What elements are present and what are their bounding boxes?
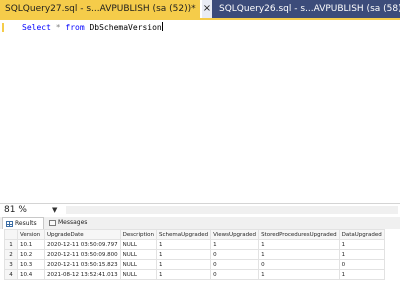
corner-cell[interactable] [4,229,18,240]
grid-cell[interactable]: NULL [119,239,158,250]
grid-cell[interactable]: 1 [155,249,212,260]
change-marker [2,23,4,32]
grid-cell[interactable]: 1 [338,239,385,250]
star-operator: * [55,23,61,32]
results-tab-strip: Results Messages [0,217,400,229]
tab-sqlquery26[interactable]: SQLQuery26.sql - s...AVPUBLISH (sa (58))… [212,0,400,18]
grid-cell[interactable]: 1 [258,239,340,250]
results-grid: Version UpgradeDate Description SchemaUp… [4,229,385,280]
grid-cell[interactable]: 2020-12-11 03:50:09.797 [44,239,121,250]
column-header[interactable]: SchemaUpgraded [155,229,212,240]
tab-sqlquery27[interactable]: SQLQuery27.sql - s...AVPUBLISH (sa (52))… [0,0,200,18]
grid-cell[interactable]: 1 [210,239,260,250]
query-editor[interactable]: Select * from DbSchemaVersion [0,20,400,203]
tab-messages-label: Messages [58,219,88,226]
horizontal-scrollbar[interactable] [66,206,398,214]
grid-cell[interactable]: 2020-12-11 03:50:09.800 [44,249,121,260]
grid-icon [6,221,13,227]
grid-cell[interactable]: 2021-08-12 13:52:41.013 [44,269,121,280]
tab-label: SQLQuery26.sql - s...AVPUBLISH (sa (58))… [219,4,400,14]
grid-cell[interactable]: 1 [258,269,340,280]
row-number[interactable]: 3 [4,259,18,270]
grid-cell[interactable]: 1 [155,239,212,250]
tab-results-label: Results [15,220,37,227]
zoom-level[interactable]: 81 % [4,205,44,215]
grid-cell[interactable]: 0 [338,259,385,270]
keyword-from: from [65,23,85,32]
grid-cell[interactable]: 10.4 [17,269,45,280]
tab-messages[interactable]: Messages [46,217,94,229]
text-caret [161,22,163,31]
table-row[interactable]: 2 10.2 2020-12-11 03:50:09.800 NULL 1 0 … [4,249,385,260]
grid-cell[interactable]: 1 [155,259,212,270]
header-row: Version UpgradeDate Description SchemaUp… [4,229,385,240]
chevron-down-icon[interactable]: ▼ [52,206,57,215]
column-header[interactable]: UpgradeDate [44,229,121,240]
column-header[interactable]: Version [17,229,45,240]
column-header[interactable]: DataUpgraded [338,229,385,240]
grid-cell[interactable]: 0 [210,249,260,260]
table-row[interactable]: 4 10.4 2021-08-12 13:52:41.013 NULL 1 0 … [4,269,385,280]
grid-cell[interactable]: 1 [155,269,212,280]
grid-cell[interactable]: NULL [119,269,158,280]
grid-cell[interactable]: 1 [338,269,385,280]
grid-cell[interactable]: 10.2 [17,249,45,260]
code-line-1[interactable]: Select * from DbSchemaVersion [22,21,163,34]
tab-label: SQLQuery27.sql - s...AVPUBLISH (sa (52))… [5,4,196,14]
grid-cell[interactable]: 2020-12-11 03:50:15.823 [44,259,121,270]
row-number[interactable]: 1 [4,239,18,250]
grid-cell[interactable]: 0 [210,269,260,280]
column-header[interactable]: StoredProceduresUpgraded [258,229,340,240]
grid-cell[interactable]: 0 [210,259,260,270]
results-grid-pane: Version UpgradeDate Description SchemaUp… [0,229,400,289]
grid-cell[interactable]: 0 [258,259,340,270]
grid-cell[interactable]: 10.3 [17,259,45,270]
document-tab-strip: SQLQuery27.sql - s...AVPUBLISH (sa (52))… [0,0,400,18]
editor-status-bar: 81 % ▼ [0,203,400,217]
close-icon[interactable]: × [202,3,212,15]
grid-cell[interactable]: 10.1 [17,239,45,250]
keyword-select: Select [22,23,51,32]
column-header[interactable]: ViewsUpgraded [210,229,260,240]
grid-cell[interactable]: 1 [258,249,340,260]
table-row[interactable]: 3 10.3 2020-12-11 03:50:15.823 NULL 1 0 … [4,259,385,270]
row-number[interactable]: 4 [4,269,18,280]
grid-cell[interactable]: 1 [338,249,385,260]
message-icon [49,220,56,226]
row-number[interactable]: 2 [4,249,18,260]
table-name: DbSchemaVersion [89,23,162,32]
table-row[interactable]: 1 10.1 2020-12-11 03:50:09.797 NULL 1 1 … [4,239,385,250]
grid-cell[interactable]: NULL [119,259,158,270]
tab-results[interactable]: Results [2,217,44,229]
column-header[interactable]: Description [119,229,158,240]
grid-cell[interactable]: NULL [119,249,158,260]
